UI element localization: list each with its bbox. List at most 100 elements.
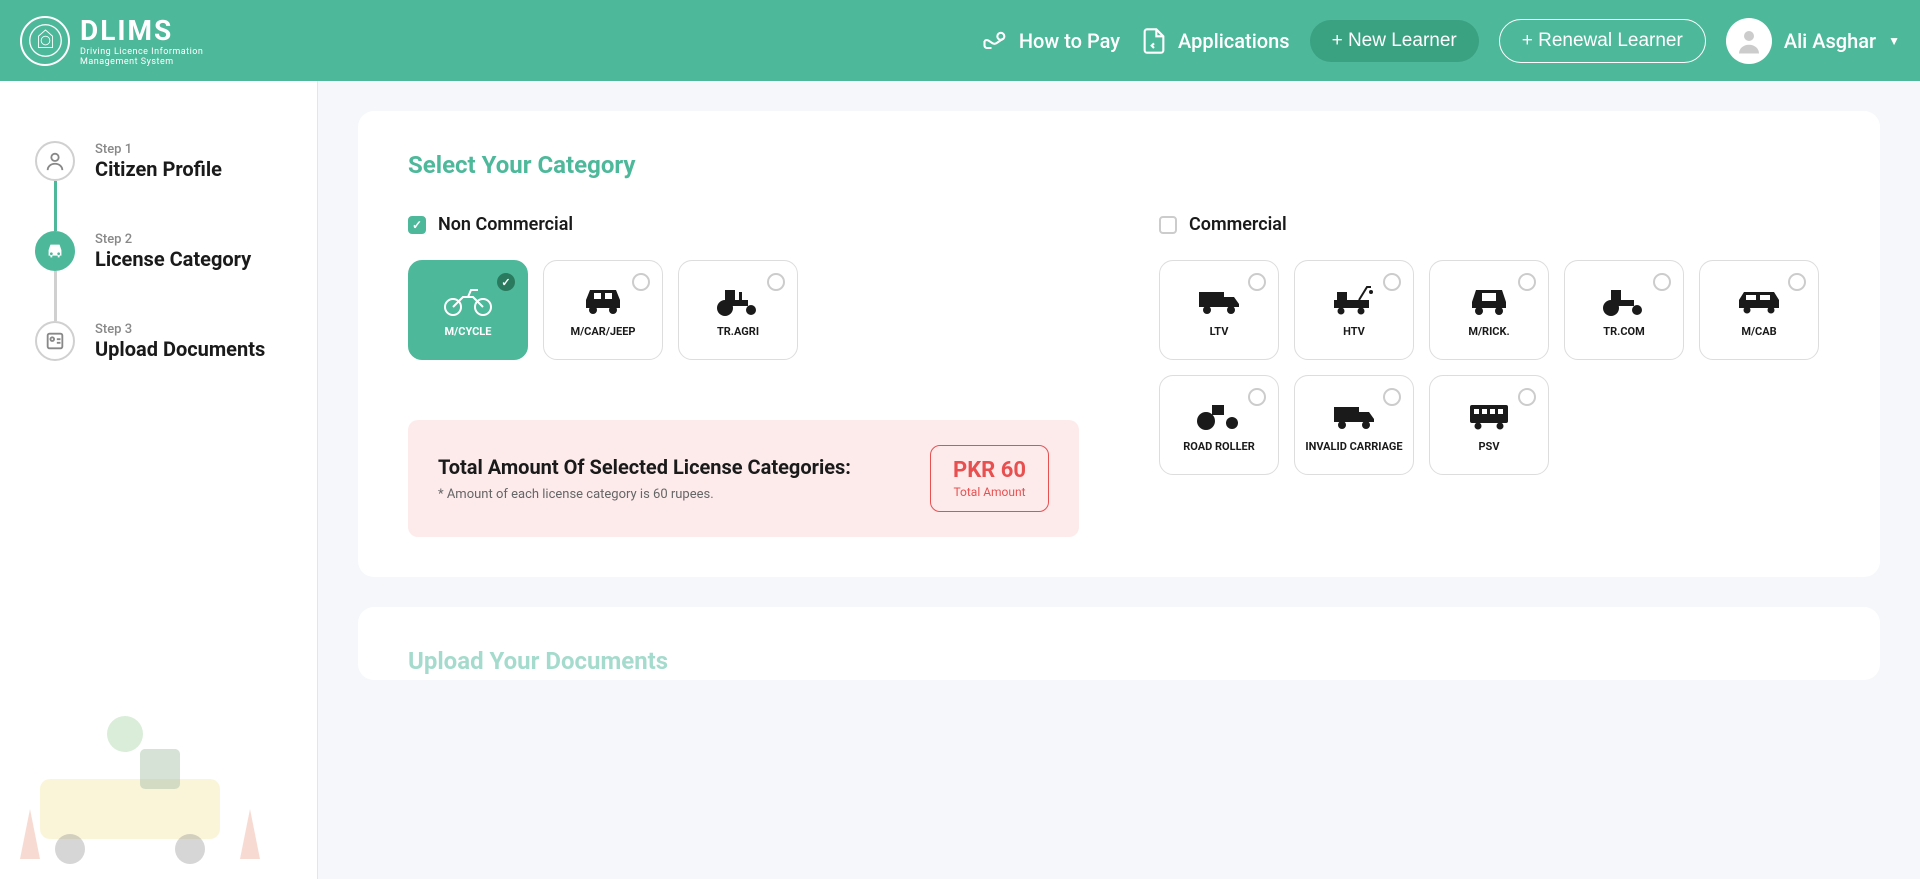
non-commercial-group: Non Commercial (408, 214, 1079, 537)
radio-icon (1788, 273, 1806, 291)
amount-title: Total Amount Of Selected License Categor… (438, 455, 930, 479)
steps-card: Step 1 Citizen Profile (15, 111, 302, 441)
car-icon (578, 282, 628, 317)
logo-text: DLIMS Driving Licence Information Manage… (80, 14, 203, 67)
non-commercial-checkbox[interactable]: Non Commercial (408, 214, 1079, 235)
rickshaw-icon (1464, 282, 1514, 317)
main-content: Select Your Category Non Commercial (318, 81, 1920, 879)
vehicle-invalid-carriage[interactable]: INVALID CARRIAGE (1294, 375, 1414, 475)
step-line (54, 181, 57, 231)
step-1-label: Step 1 (95, 142, 222, 157)
vehicle-label: LTV (1210, 325, 1229, 338)
step-2-label: Step 2 (95, 232, 251, 247)
step-1: Step 1 Citizen Profile (35, 141, 282, 181)
step-1-title: Citizen Profile (95, 157, 222, 181)
step-3-circle (35, 321, 75, 361)
vehicle-htv[interactable]: HTV (1294, 260, 1414, 360)
amount-badge: PKR 60 Total Amount (930, 445, 1049, 512)
vehicle-mcab[interactable]: M/CAB (1699, 260, 1819, 360)
logo-emblem-icon (20, 16, 70, 66)
amount-note: * Amount of each license category is 60 … (438, 487, 930, 502)
commercial-grid: LTV (1159, 260, 1830, 475)
amount-value: PKR 60 (953, 458, 1026, 483)
commercial-label: Commercial (1189, 214, 1287, 235)
vehicle-mcarjeep[interactable]: M/CAR/JEEP (543, 260, 663, 360)
user-name: Ali Asghar (1784, 29, 1876, 53)
category-title: Select Your Category (408, 151, 1830, 179)
vehicle-tragri[interactable]: TR.AGRI (678, 260, 798, 360)
step-2: Step 2 License Category (35, 231, 282, 271)
nav-section: How to Pay Applications + New Learner + … (981, 18, 1900, 64)
vehicle-mcycle[interactable]: M/CYCLE (408, 260, 528, 360)
user-icon (44, 150, 66, 172)
amount-label: Total Amount (953, 485, 1026, 499)
vehicle-label: M/CYCLE (445, 325, 492, 338)
chevron-down-icon: ▼ (1888, 34, 1900, 48)
radio-icon (767, 273, 785, 291)
hand-money-icon (981, 27, 1009, 55)
amount-box: Total Amount Of Selected License Categor… (408, 420, 1079, 537)
commercial-group: Commercial (1159, 214, 1830, 537)
upload-card: Upload Your Documents (358, 607, 1880, 680)
radio-icon (1518, 388, 1536, 406)
category-card: Select Your Category Non Commercial (358, 111, 1880, 577)
sidebar-illustration (0, 679, 290, 879)
vehicle-label: M/CAR/JEEP (570, 325, 635, 338)
nav-applications-label: Applications (1178, 29, 1290, 53)
radio-icon (497, 273, 515, 291)
logo-subtitle-1: Driving Licence Information (80, 47, 203, 57)
renewal-learner-button[interactable]: + Renewal Learner (1499, 19, 1706, 63)
vehicle-label: M/CAB (1741, 325, 1776, 338)
nav-how-to-pay[interactable]: How to Pay (981, 27, 1120, 55)
step-3-title: Upload Documents (95, 337, 265, 361)
radio-icon (1518, 273, 1536, 291)
crane-truck-icon (1329, 282, 1379, 317)
upload-title: Upload Your Documents (408, 647, 1830, 675)
radio-icon (1653, 273, 1671, 291)
vehicle-label: HTV (1343, 325, 1365, 338)
motorcycle-icon (443, 282, 493, 317)
avatar (1726, 18, 1772, 64)
vehicle-mrick[interactable]: M/RICK. (1429, 260, 1549, 360)
vehicle-trcom[interactable]: TR.COM (1564, 260, 1684, 360)
vehicle-label: M/RICK. (1468, 325, 1509, 338)
step-3-label: Step 3 (95, 322, 265, 337)
new-learner-button[interactable]: + New Learner (1310, 20, 1479, 62)
commercial-checkbox[interactable]: Commercial (1159, 214, 1830, 235)
radio-icon (1383, 388, 1401, 406)
cab-icon (1734, 282, 1784, 317)
vehicle-ltv[interactable]: LTV (1159, 260, 1279, 360)
logo: DLIMS Driving Licence Information Manage… (20, 14, 203, 67)
vehicle-label: ROAD ROLLER (1183, 440, 1255, 453)
roller-icon (1194, 397, 1244, 432)
vehicle-psv[interactable]: PSV (1429, 375, 1549, 475)
nav-applications[interactable]: Applications (1140, 27, 1290, 55)
radio-icon (1248, 273, 1266, 291)
truck-icon (1329, 397, 1379, 432)
step-1-circle (35, 141, 75, 181)
logo-subtitle-2: Management System (80, 57, 203, 67)
vehicle-label: TR.AGRI (717, 325, 759, 338)
step-3: Step 3 Upload Documents (35, 321, 282, 361)
vehicle-roadroller[interactable]: ROAD ROLLER (1159, 375, 1279, 475)
step-2-title: License Category (95, 247, 251, 271)
radio-icon (632, 273, 650, 291)
container: Step 1 Citizen Profile (0, 81, 1920, 879)
avatar-icon (1734, 26, 1764, 56)
vehicle-label: PSV (1478, 440, 1499, 453)
radio-icon (1383, 273, 1401, 291)
document-upload-icon (44, 330, 66, 352)
step-2-circle (35, 231, 75, 271)
user-menu[interactable]: Ali Asghar ▼ (1726, 18, 1900, 64)
step-line (54, 271, 57, 321)
radio-icon (1248, 388, 1266, 406)
vehicle-label: INVALID CARRIAGE (1305, 440, 1402, 453)
non-commercial-label: Non Commercial (438, 214, 573, 235)
nav-how-to-pay-label: How to Pay (1019, 29, 1120, 53)
checkbox-checked-icon (408, 216, 426, 234)
vehicle-label: TR.COM (1603, 325, 1644, 338)
bus-icon (1464, 397, 1514, 432)
document-icon (1140, 27, 1168, 55)
logo-title: DLIMS (80, 14, 203, 47)
truck-icon (1194, 282, 1244, 317)
